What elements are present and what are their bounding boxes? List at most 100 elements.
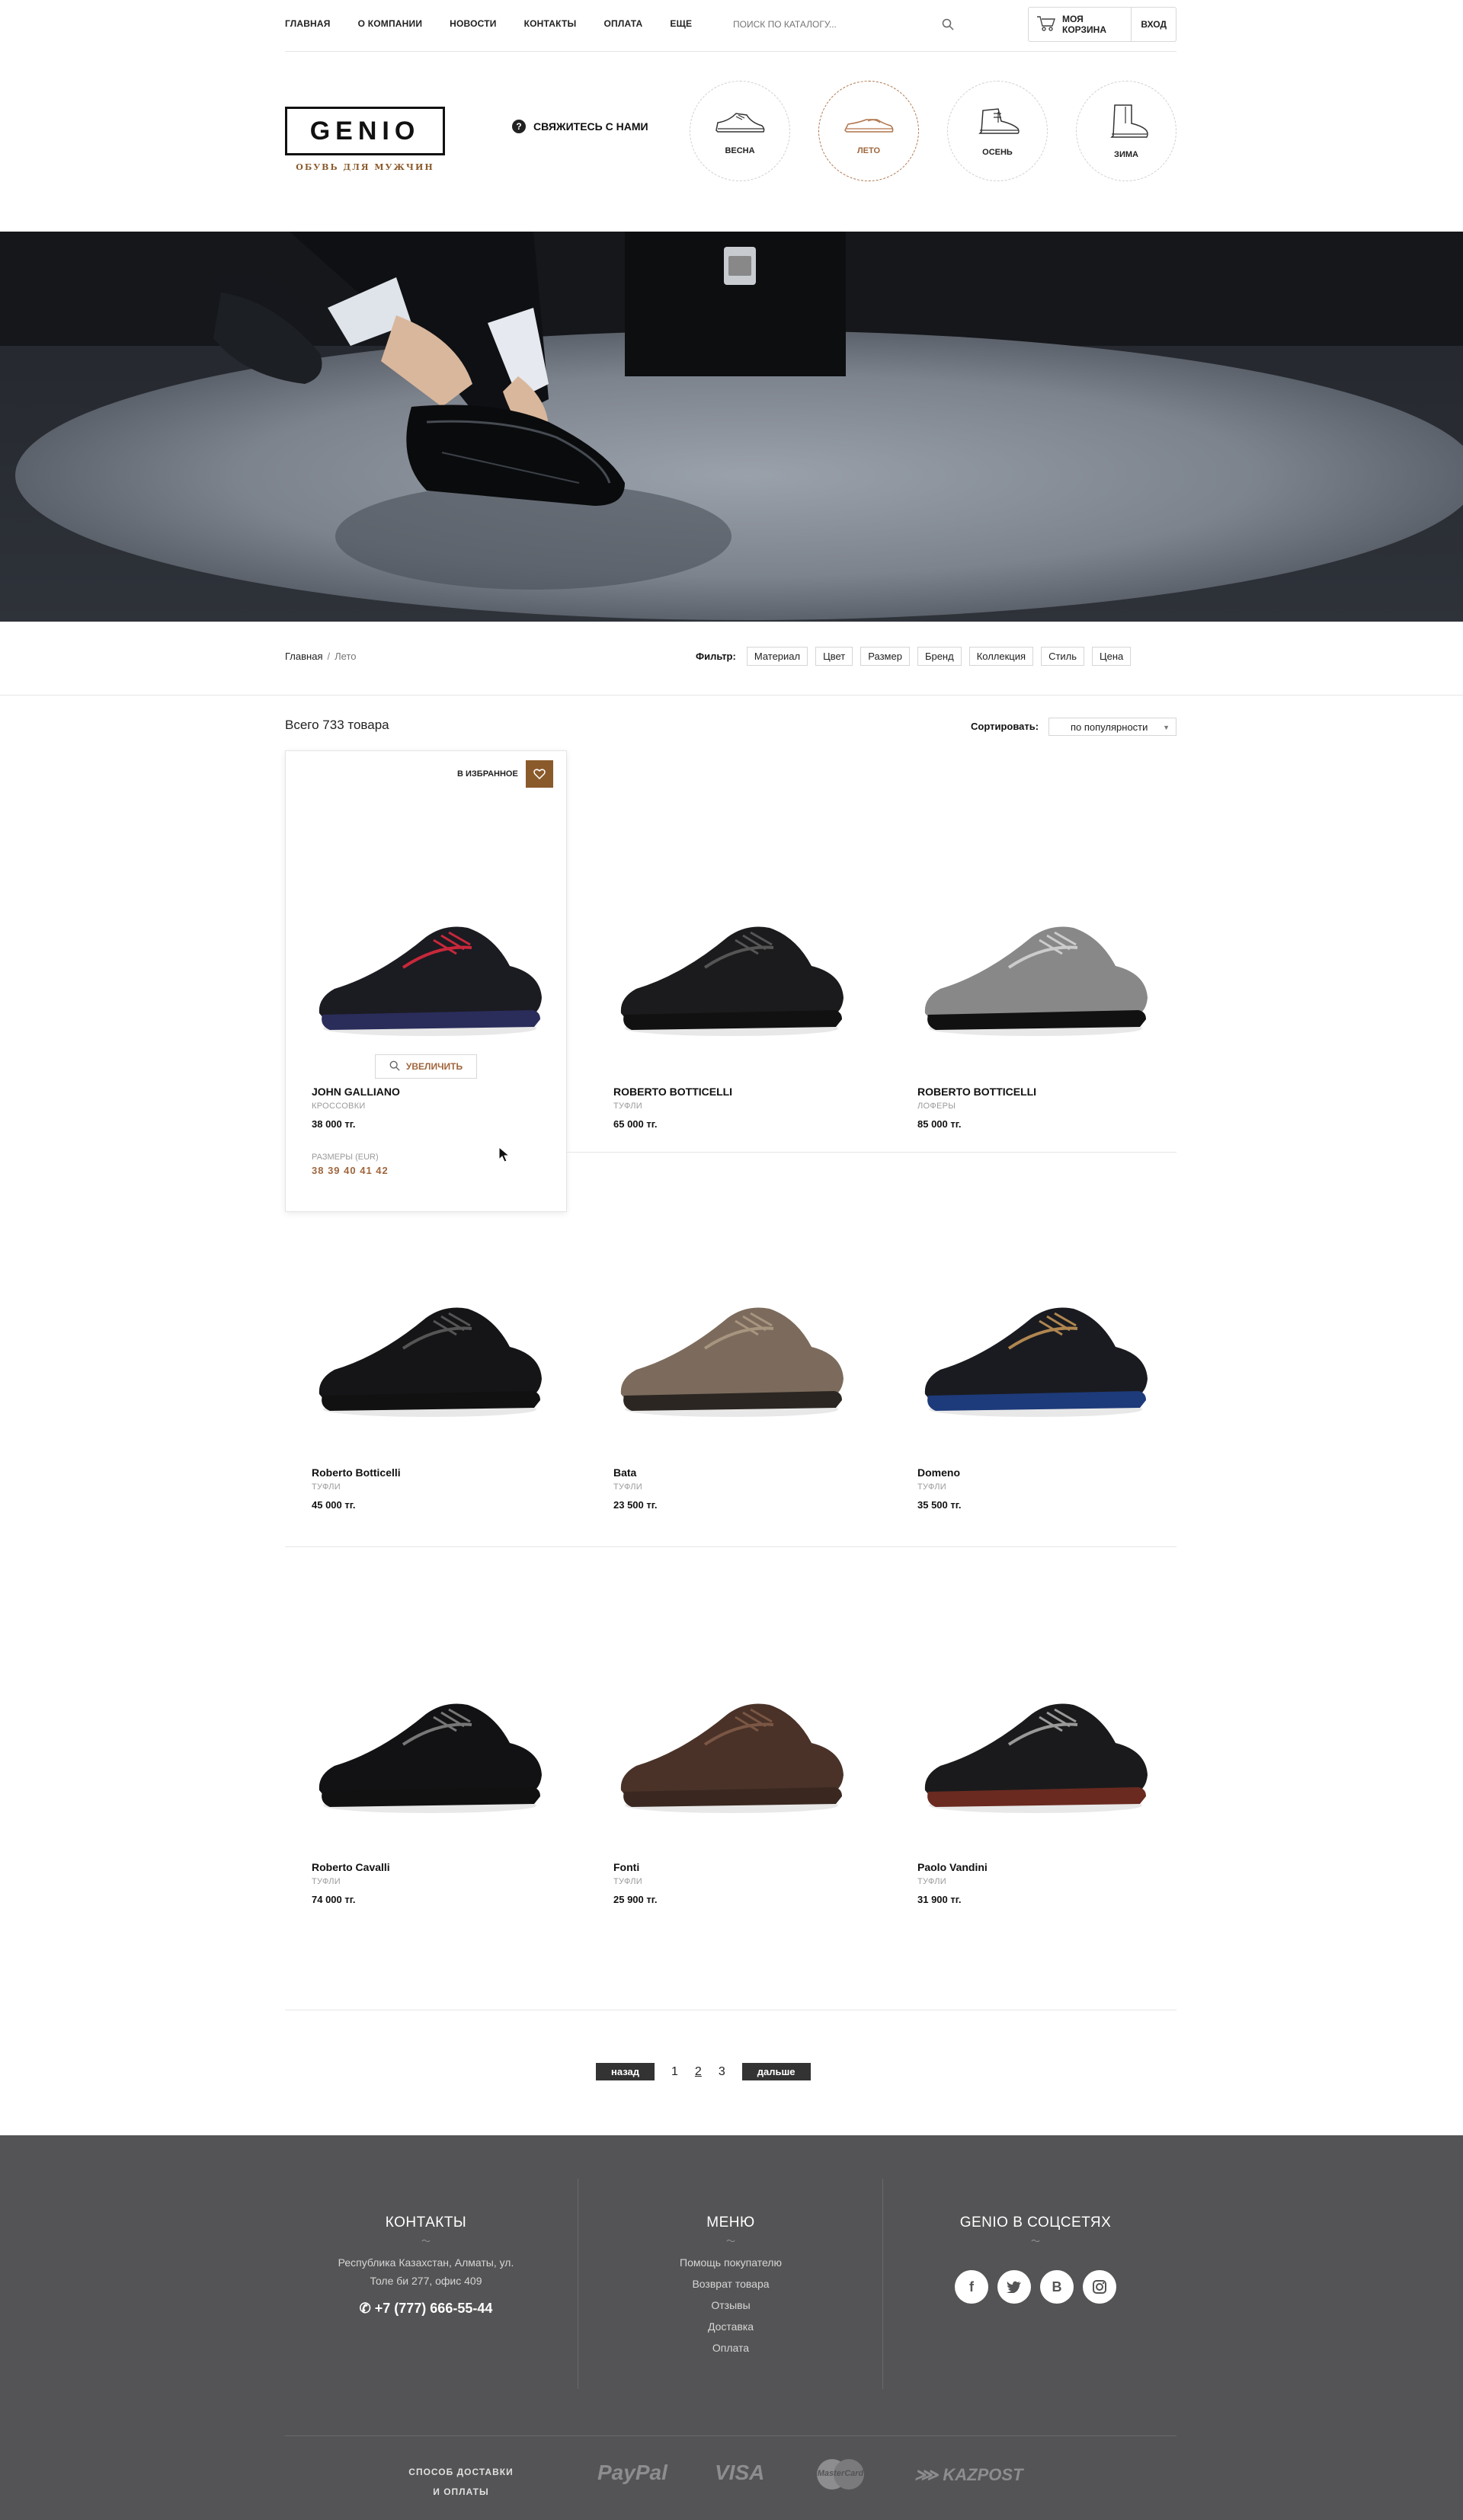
- zoom-button[interactable]: УВЕЛИЧИТЬ: [375, 1054, 477, 1079]
- product-type: ЛОФЕРЫ: [917, 1102, 956, 1111]
- nav-about[interactable]: О КОМПАНИИ: [358, 18, 423, 29]
- product-image[interactable]: [917, 1265, 1154, 1428]
- footer-link-reviews[interactable]: Отзывы: [590, 2295, 872, 2316]
- contacts-title: КОНТАКТЫ: [385, 2215, 467, 2231]
- product-brand[interactable]: Roberto Cavalli: [312, 1861, 563, 1873]
- product-brand[interactable]: Bata: [613, 1466, 865, 1479]
- product-card[interactable]: Paolo Vandini ТУФЛИ 31 900 тг.: [917, 1861, 1169, 1905]
- prev-page-button[interactable]: назад: [596, 2063, 655, 2080]
- product-image[interactable]: [613, 1661, 850, 1824]
- product-image[interactable]: [312, 1265, 548, 1428]
- breadcrumb-home[interactable]: Главная: [285, 651, 322, 662]
- filter-brand[interactable]: Бренд: [917, 647, 962, 666]
- product-image[interactable]: [917, 884, 1154, 1047]
- product-card[interactable]: Fonti ТУФЛИ 25 900 тг.: [613, 1861, 865, 1905]
- product-card[interactable]: Roberto Botticelli ТУФЛИ 45 000 тг.: [312, 1466, 563, 1511]
- cart-icon: [1036, 15, 1056, 34]
- heart-icon: [525, 760, 553, 788]
- search-icon[interactable]: [942, 18, 954, 34]
- product-brand[interactable]: Domeno: [917, 1466, 1169, 1479]
- product-price: 31 900 тг.: [917, 1894, 962, 1905]
- product-image[interactable]: [613, 1265, 850, 1428]
- product-brand[interactable]: Paolo Vandini: [917, 1861, 1169, 1873]
- season-spring[interactable]: ВЕСНА: [690, 81, 790, 181]
- cart-login-box: МОЯ КОРЗИНА ВХОД: [1028, 7, 1176, 42]
- season-winter[interactable]: ЗИМА: [1076, 81, 1176, 181]
- sizes-block: РАЗМЕРЫ (EUR) 38 39 40 41 42: [312, 1143, 389, 1176]
- logo[interactable]: GENIO: [285, 107, 445, 155]
- product-brand[interactable]: ROBERTO BOTTICELLI: [613, 1086, 865, 1098]
- phone-icon: ✆: [359, 2301, 371, 2316]
- season-summer[interactable]: ЛЕТО: [818, 81, 919, 181]
- footer-divider: [882, 2179, 883, 2389]
- nav-payment[interactable]: ОПЛАТА: [603, 18, 642, 29]
- product-price: 45 000 тг.: [312, 1499, 356, 1511]
- sort-label: Сортировать:: [971, 721, 1039, 732]
- login-button[interactable]: ВХОД: [1132, 19, 1176, 30]
- main-menu: ГЛАВНАЯ О КОМПАНИИ НОВОСТИ КОНТАКТЫ ОПЛА…: [285, 18, 719, 29]
- sort-select[interactable]: по популярности ▼: [1048, 718, 1176, 736]
- menu-title: МЕНЮ: [706, 2215, 755, 2231]
- filter-color[interactable]: Цвет: [815, 647, 853, 666]
- top-nav: ГЛАВНАЯ О КОМПАНИИ НОВОСТИ КОНТАКТЫ ОПЛА…: [285, 0, 1176, 52]
- wave-divider-icon: ～: [1030, 2236, 1040, 2247]
- page-1[interactable]: 1: [671, 2065, 678, 2079]
- footer-link-returns[interactable]: Возврат товара: [590, 2273, 872, 2295]
- breadcrumb-separator: /: [327, 651, 331, 662]
- sneaker-icon: [713, 107, 767, 142]
- page-2[interactable]: 2: [695, 2065, 702, 2079]
- filter-style[interactable]: Стиль: [1041, 647, 1085, 666]
- product-card[interactable]: Roberto Cavalli ТУФЛИ 74 000 тг.: [312, 1861, 563, 1905]
- product-image[interactable]: [613, 884, 850, 1047]
- cart-label: МОЯ КОРЗИНА: [1062, 14, 1106, 35]
- footer-menu-list: Помощь покупателю Возврат товара Отзывы …: [590, 2252, 872, 2359]
- product-brand[interactable]: JOHN GALLIANO: [312, 1086, 563, 1098]
- product-card[interactable]: JOHN GALLIANO КРОССОВКИ 38 000 тг.: [312, 1086, 563, 1130]
- vk-icon[interactable]: В: [1040, 2270, 1074, 2304]
- facebook-icon[interactable]: f: [955, 2270, 988, 2304]
- product-card[interactable]: ROBERTO BOTTICELLI ЛОФЕРЫ 85 000 тг.: [917, 1086, 1169, 1130]
- phone-link[interactable]: ✆ +7 (777) 666-55-44: [285, 2301, 567, 2317]
- favorite-button[interactable]: В ИЗБРАННОЕ: [457, 760, 553, 788]
- nav-contacts[interactable]: КОНТАКТЫ: [524, 18, 577, 29]
- nav-more[interactable]: ЕЩЕ: [670, 18, 692, 29]
- filter-label: Фильтр:: [696, 651, 736, 662]
- filter-size[interactable]: Размер: [860, 647, 910, 666]
- season-autumn[interactable]: ОСЕНЬ: [947, 81, 1048, 181]
- footer-social: GENIO В СОЦСЕТЯХ ～ f В: [895, 2135, 1176, 2347]
- question-icon: ?: [512, 120, 526, 133]
- social-links: f В: [895, 2270, 1176, 2304]
- product-card[interactable]: ROBERTO BOTTICELLI ТУФЛИ 65 000 тг.: [613, 1086, 865, 1130]
- contact-us-link[interactable]: ? СВЯЖИТЕСЬ С НАМИ: [512, 120, 648, 133]
- page-3[interactable]: 3: [719, 2065, 725, 2079]
- search-input[interactable]: [733, 15, 916, 34]
- sort-value: по популярности: [1071, 721, 1148, 733]
- product-image[interactable]: [312, 1661, 548, 1824]
- search-box: [733, 15, 954, 34]
- sizes-values[interactable]: 38 39 40 41 42: [312, 1165, 389, 1176]
- next-page-button[interactable]: дальше: [741, 2063, 811, 2080]
- nav-home[interactable]: ГЛАВНАЯ: [285, 18, 331, 29]
- instagram-icon[interactable]: [1083, 2270, 1116, 2304]
- filter-price[interactable]: Цена: [1092, 647, 1132, 666]
- product-card[interactable]: Bata ТУФЛИ 23 500 тг.: [613, 1466, 865, 1511]
- payment-label: СПОСОБ ДОСТАВКИ И ОПЛАТЫ: [396, 2462, 526, 2502]
- nav-news[interactable]: НОВОСТИ: [450, 18, 496, 29]
- breadcrumb-current: Лето: [335, 651, 357, 662]
- visa-logo: VISA: [715, 2461, 765, 2484]
- product-card[interactable]: Domeno ТУФЛИ 35 500 тг.: [917, 1466, 1169, 1511]
- product-price: 65 000 тг.: [613, 1118, 658, 1130]
- twitter-icon[interactable]: [997, 2270, 1031, 2304]
- product-brand[interactable]: Fonti: [613, 1861, 865, 1873]
- footer-link-delivery[interactable]: Доставка: [590, 2316, 872, 2337]
- product-image[interactable]: [917, 1661, 1154, 1824]
- mouse-cursor-icon: [498, 1146, 511, 1167]
- product-image[interactable]: [312, 884, 548, 1047]
- footer-link-help[interactable]: Помощь покупателю: [590, 2252, 872, 2273]
- product-brand[interactable]: Roberto Botticelli: [312, 1466, 563, 1479]
- filter-collection[interactable]: Коллекция: [968, 647, 1034, 666]
- filter-material[interactable]: Материал: [746, 647, 808, 666]
- product-brand[interactable]: ROBERTO BOTTICELLI: [917, 1086, 1169, 1098]
- footer-link-payment[interactable]: Оплата: [590, 2337, 872, 2359]
- cart-button[interactable]: МОЯ КОРЗИНА: [1029, 8, 1132, 41]
